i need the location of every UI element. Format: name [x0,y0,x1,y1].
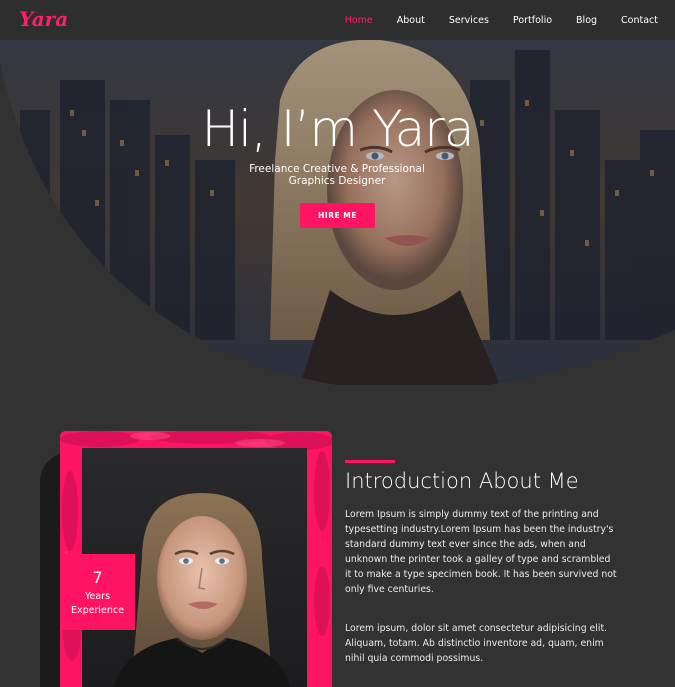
nav-link-home[interactable]: Home [345,15,373,26]
about-paragraph-2: Lorem ipsum, dolor sit amet consectetur … [345,623,608,664]
hero-subtitle-line-2: Graphics Designer [288,175,386,187]
hire-me-button[interactable]: HIRE ME [300,203,375,228]
hero-section: Hi, I’m Yara Freelance Creative & Profes… [0,40,675,385]
section-accent-line [345,460,395,463]
nav-link-services[interactable]: Services [449,15,489,26]
experience-label: Years Experience [60,590,135,618]
nav-link-contact[interactable]: Contact [621,15,658,26]
hero-subtitle-line-1: Freelance Creative & Professional [249,163,425,175]
about-title: Introduction About Me [345,469,579,493]
nav-link-portfolio[interactable]: Portfolio [513,15,552,26]
nav-link-about[interactable]: About [397,15,425,26]
about-paragraph-1: Lorem Ipsum is simply dummy text of the … [345,509,617,595]
svg-text:Yara: Yara [19,7,68,31]
logo[interactable]: Yara [18,6,70,32]
hero-title: Hi, I’m Yara [201,100,474,158]
nav-menu: Home About Services Portfolio Blog Conta… [345,0,675,40]
experience-badge: 7 Years Experience [60,554,135,630]
hero-subtitle: Freelance Creative & Professional Graphi… [237,163,437,187]
experience-number: 7 [92,568,103,587]
experience-label-line-1: Years [84,591,111,602]
navbar: Yara Home About Services Portfolio Blog … [0,0,675,40]
nav-link-blog[interactable]: Blog [576,15,597,26]
experience-label-line-2: Experience [71,605,124,616]
